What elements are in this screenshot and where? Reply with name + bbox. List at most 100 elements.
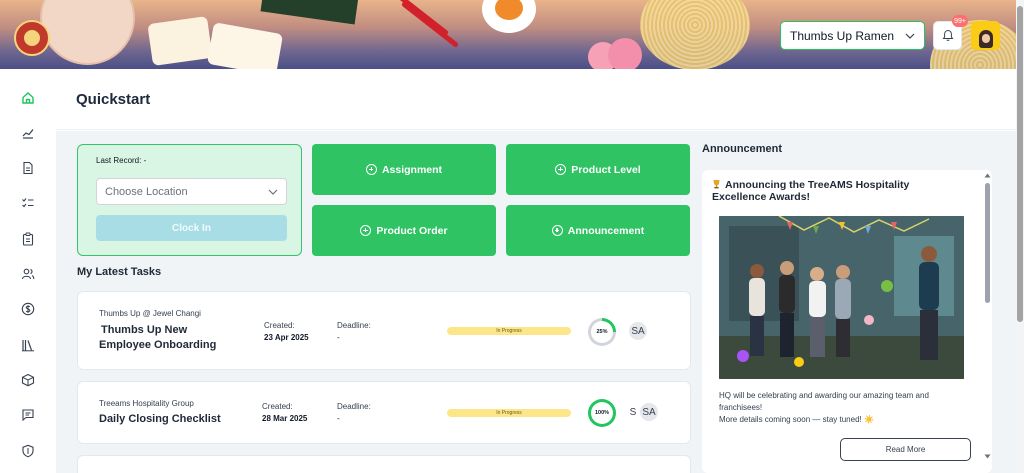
task-created-date: 23 Apr 2025 bbox=[264, 333, 309, 342]
task-card[interactable] bbox=[77, 455, 691, 473]
task-progress-value: 25% bbox=[591, 321, 613, 343]
announcement-scrollbar[interactable] bbox=[983, 173, 991, 461]
task-progress-ring: 25% bbox=[588, 318, 616, 346]
assignee-avatar[interactable]: SA bbox=[629, 322, 647, 340]
task-org: Thumbs Up @ Jewel Changi bbox=[99, 309, 201, 318]
task-deadline-value: - bbox=[337, 333, 340, 342]
users-icon bbox=[21, 268, 35, 280]
trophy-icon bbox=[713, 180, 720, 189]
read-more-button[interactable]: Read More bbox=[840, 438, 971, 461]
task-name: Thumbs Up New Employee Onboarding bbox=[99, 324, 217, 351]
plus-circle-icon bbox=[555, 164, 567, 175]
sidebar-item-checklists[interactable] bbox=[20, 195, 36, 211]
task-org: Treeams Hospitality Group bbox=[99, 399, 194, 408]
decor-noodles bbox=[640, 0, 750, 69]
product-order-button[interactable]: Product Order bbox=[312, 205, 496, 256]
sidebar bbox=[0, 69, 56, 473]
page-scroll-thumb[interactable] bbox=[1017, 6, 1023, 322]
decor-tofu bbox=[147, 16, 213, 66]
library-icon bbox=[22, 340, 34, 352]
clipboard-icon bbox=[22, 232, 34, 246]
sidebar-item-products[interactable] bbox=[20, 372, 36, 388]
sidebar-item-security[interactable] bbox=[20, 443, 36, 459]
clock-in-card: Last Record: - Choose Location Clock In bbox=[77, 144, 302, 256]
chevron-down-icon bbox=[268, 189, 278, 195]
task-status-badge: In Progress bbox=[447, 409, 571, 417]
plus-circle-icon bbox=[365, 164, 377, 175]
page-scrollbar[interactable] bbox=[1016, 0, 1024, 473]
page-header: Quickstart bbox=[56, 69, 1016, 130]
announcement-button[interactable]: Announcement bbox=[506, 205, 690, 256]
task-created-date: 28 Mar 2025 bbox=[262, 414, 308, 423]
location-select-value: Thumbs Up Ramen bbox=[790, 28, 895, 43]
last-record-text: Last Record: - bbox=[96, 156, 147, 165]
scroll-down-icon[interactable] bbox=[984, 454, 991, 459]
task-created-label: Created: bbox=[264, 321, 295, 330]
home-icon bbox=[22, 92, 34, 104]
checklist-icon bbox=[22, 198, 34, 208]
sidebar-item-finance[interactable] bbox=[20, 301, 36, 317]
box-icon bbox=[21, 373, 35, 387]
dollar-icon bbox=[21, 302, 35, 316]
assignment-button[interactable]: Assignment bbox=[312, 144, 496, 195]
task-deadline-label: Deadline: bbox=[337, 402, 371, 411]
message-icon bbox=[22, 409, 34, 422]
plus-circle-icon bbox=[360, 225, 372, 236]
task-card[interactable]: Thumbs Up @ Jewel Changi Thumbs Up New E… bbox=[77, 291, 691, 370]
task-card[interactable]: Treeams Hospitality Group Daily Closing … bbox=[77, 381, 691, 444]
brand-logo[interactable] bbox=[14, 20, 50, 56]
announcement-heading: Announcing the TreeAMS Hospitality Excel… bbox=[712, 179, 942, 203]
decor-chopstick bbox=[400, 0, 460, 49]
sidebar-item-home[interactable] bbox=[20, 90, 36, 106]
announcement-button-label: Announcement bbox=[567, 224, 645, 237]
announcement-body-line: HQ will be celebrating and awarding our … bbox=[719, 391, 929, 412]
latest-tasks-title: My Latest Tasks bbox=[77, 266, 162, 278]
sidebar-item-users[interactable] bbox=[20, 266, 36, 282]
bell-icon bbox=[942, 29, 953, 41]
avatar-hair bbox=[978, 30, 993, 48]
document-icon bbox=[23, 161, 33, 175]
sidebar-item-messages[interactable] bbox=[20, 407, 36, 423]
product-order-button-label: Product Order bbox=[376, 224, 448, 237]
chevron-down-icon bbox=[905, 33, 915, 39]
clock-in-button[interactable]: Clock In bbox=[96, 215, 287, 241]
page-title: Quickstart bbox=[76, 91, 151, 108]
chart-icon bbox=[22, 129, 34, 139]
task-progress-value: 100% bbox=[591, 402, 613, 424]
assignee-avatar[interactable]: S bbox=[627, 403, 639, 421]
shield-icon bbox=[22, 444, 34, 458]
announcement-body-line: More details coming soon — stay tuned! ☀… bbox=[719, 415, 874, 424]
avatar-face bbox=[981, 34, 990, 43]
clock-location-placeholder: Choose Location bbox=[105, 185, 188, 198]
location-select[interactable]: Thumbs Up Ramen bbox=[780, 21, 925, 50]
task-name: Daily Closing Checklist bbox=[99, 413, 221, 425]
logo-emblem bbox=[24, 30, 40, 46]
task-progress-ring: 100% bbox=[588, 399, 616, 427]
task-deadline-value: - bbox=[337, 414, 340, 423]
assignment-button-label: Assignment bbox=[381, 163, 443, 176]
plus-circle-icon bbox=[551, 225, 563, 236]
task-created-label: Created: bbox=[262, 402, 293, 411]
announcement-heading-text: Announcing the TreeAMS Hospitality Excel… bbox=[712, 179, 910, 203]
announcement-scroll-thumb[interactable] bbox=[985, 183, 990, 303]
product-level-button-label: Product Level bbox=[571, 163, 641, 176]
sidebar-item-library[interactable] bbox=[20, 337, 36, 353]
scroll-up-icon[interactable] bbox=[984, 173, 991, 178]
sidebar-item-analytics[interactable] bbox=[20, 125, 36, 141]
announcement-section-title: Announcement bbox=[702, 143, 783, 155]
decor-nori bbox=[260, 0, 359, 25]
sidebar-item-documents[interactable] bbox=[20, 160, 36, 176]
product-level-button[interactable]: Product Level bbox=[506, 144, 690, 195]
clock-location-select[interactable]: Choose Location bbox=[96, 178, 287, 205]
notification-badge: 99+ bbox=[952, 15, 968, 27]
user-avatar[interactable] bbox=[971, 21, 1000, 50]
task-status-badge: In Progress bbox=[447, 327, 571, 335]
task-deadline-label: Deadline: bbox=[337, 321, 371, 330]
decor-naruto bbox=[608, 38, 642, 69]
assignee-avatar[interactable]: SA bbox=[640, 403, 658, 421]
decor-bread bbox=[40, 0, 135, 65]
sidebar-item-clipboard[interactable] bbox=[20, 231, 36, 247]
announcement-photo[interactable] bbox=[719, 216, 964, 379]
decor-tofu bbox=[206, 22, 284, 69]
announcement-body: HQ will be celebrating and awarding our … bbox=[719, 390, 969, 426]
